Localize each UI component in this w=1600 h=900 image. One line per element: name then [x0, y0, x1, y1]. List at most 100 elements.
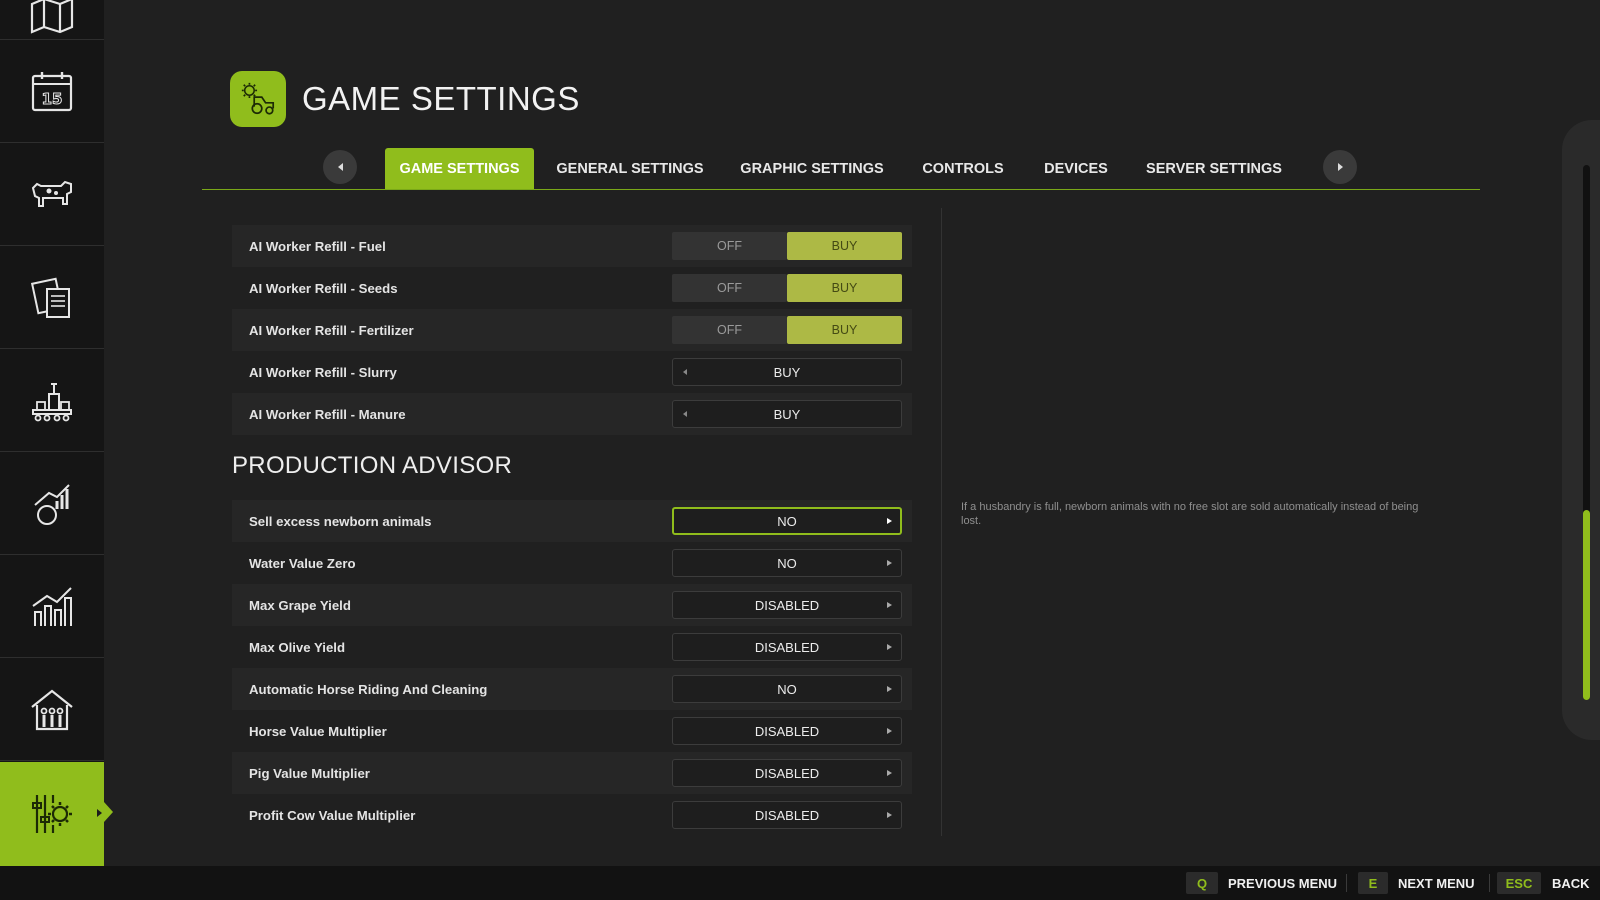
select-value: DISABLED [754, 597, 820, 613]
tab-controls[interactable]: CONTROLS [918, 148, 1008, 190]
select-value: DISABLED [754, 765, 820, 781]
select-value: DISABLED [754, 639, 820, 655]
scrollbar-frame [1562, 120, 1600, 740]
setting-row: Profit Cow Value Multiplier DISABLED [232, 794, 912, 836]
horse-value-multiplier-select[interactable]: DISABLED [672, 717, 902, 745]
arrow-right-icon[interactable] [887, 644, 892, 650]
tab-game-settings[interactable]: GAME SETTINGS [385, 148, 534, 190]
manure-refill-select[interactable]: BUY [672, 400, 902, 428]
water-value-zero-select[interactable]: NO [672, 549, 902, 577]
arrow-right-icon[interactable] [887, 770, 892, 776]
seeds-refill-toggle: OFF BUY [672, 274, 902, 302]
tab-general-settings[interactable]: GENERAL SETTINGS [556, 148, 704, 190]
tractor-gear-icon [241, 82, 275, 115]
chevron-left-icon [337, 163, 343, 171]
toggle-option-off[interactable]: OFF [672, 274, 787, 302]
arrow-right-icon[interactable] [887, 686, 892, 692]
page-header-icon [230, 71, 286, 127]
page-title: GAME SETTINGS [302, 80, 580, 117]
arrow-right-icon[interactable] [887, 560, 892, 566]
setting-row: Horse Value Multiplier DISABLED [232, 710, 912, 752]
sidebar-item-animals[interactable] [0, 144, 104, 246]
cow-value-multiplier-select[interactable]: DISABLED [672, 801, 902, 829]
setting-row: Automatic Horse Riding And Cleaning NO [232, 668, 912, 710]
setting-label: AI Worker Refill - Manure [249, 406, 406, 422]
setting-label: Automatic Horse Riding And Cleaning [249, 681, 488, 697]
tab-prev-button[interactable] [323, 150, 357, 184]
sidebar-item-production[interactable] [0, 350, 104, 452]
sell-newborn-select[interactable]: NO [672, 507, 902, 535]
toggle-option-buy[interactable]: BUY [787, 316, 902, 344]
setting-label: Sell excess newborn animals [249, 513, 432, 529]
back-button[interactable]: BACK [1552, 876, 1590, 891]
tab-server-settings[interactable]: SERVER SETTINGS [1144, 148, 1284, 190]
key-hint-e[interactable]: E [1358, 872, 1388, 894]
key-hint-esc[interactable]: ESC [1497, 872, 1541, 894]
active-indicator [97, 809, 102, 817]
next-menu-button[interactable]: NEXT MENU [1398, 876, 1475, 891]
setting-label: Profit Cow Value Multiplier [249, 807, 416, 823]
setting-row: AI Worker Refill - Fertilizer OFF BUY [232, 309, 912, 351]
prices-icon [34, 483, 70, 525]
calendar-icon: 15 [31, 71, 73, 111]
setting-label: Pig Value Multiplier [249, 765, 370, 781]
sidebar-item-husbandry[interactable] [0, 659, 104, 761]
setting-row: AI Worker Refill - Fuel OFF BUY [232, 225, 912, 267]
map-icon [30, 0, 74, 34]
max-olive-yield-select[interactable]: DISABLED [672, 633, 902, 661]
sidebar-item-calendar[interactable]: 15 [0, 41, 104, 143]
arrow-right-icon[interactable] [887, 728, 892, 734]
key-hint-q[interactable]: Q [1186, 872, 1218, 894]
sidebar: 15 [0, 0, 113, 866]
setting-row: AI Worker Refill - Slurry BUY [232, 351, 912, 393]
setting-row: Max Grape Yield DISABLED [232, 584, 912, 626]
setting-label: Horse Value Multiplier [249, 723, 387, 739]
setting-row: Max Olive Yield DISABLED [232, 626, 912, 668]
slurry-refill-select[interactable]: BUY [672, 358, 902, 386]
fuel-refill-toggle: OFF BUY [672, 232, 902, 260]
select-value: BUY [773, 406, 801, 422]
cow-icon [31, 180, 72, 207]
sidebar-item-map[interactable] [0, 0, 104, 40]
husbandry-icon [31, 689, 73, 730]
setting-row: Water Value Zero NO [232, 542, 912, 584]
select-value: NO [777, 681, 797, 697]
setting-label: Max Grape Yield [249, 597, 351, 613]
tab-devices[interactable]: DEVICES [1040, 148, 1112, 190]
toggle-option-buy[interactable]: BUY [787, 274, 902, 302]
arrow-left-icon[interactable] [683, 411, 687, 417]
sidebar-item-contracts[interactable] [0, 247, 104, 349]
sidebar-item-statistics[interactable] [0, 556, 104, 658]
arrow-right-icon[interactable] [887, 812, 892, 818]
footer-divider [1346, 874, 1347, 892]
tab-next-button[interactable] [1323, 150, 1357, 184]
footer-divider [1489, 874, 1490, 892]
arrow-left-icon[interactable] [683, 369, 687, 375]
arrow-right-icon[interactable] [887, 518, 892, 524]
horse-riding-select[interactable]: NO [672, 675, 902, 703]
select-value: NO [777, 555, 797, 571]
chevron-right-icon [1337, 163, 1343, 171]
setting-label: AI Worker Refill - Slurry [249, 364, 397, 380]
tab-graphic-settings[interactable]: GRAPHIC SETTINGS [736, 148, 888, 190]
select-value: DISABLED [754, 723, 820, 739]
calendar-day: 15 [42, 90, 63, 108]
setting-label: AI Worker Refill - Seeds [249, 280, 398, 296]
select-value: DISABLED [754, 807, 820, 823]
setting-label: Max Olive Yield [249, 639, 346, 655]
production-icon [32, 382, 72, 421]
sidebar-item-prices[interactable] [0, 453, 104, 555]
pig-value-multiplier-select[interactable]: DISABLED [672, 759, 902, 787]
max-grape-yield-select[interactable]: DISABLED [672, 591, 902, 619]
setting-row: Sell excess newborn animals NO [232, 500, 912, 542]
footer-bar: Q PREVIOUS MENU E NEXT MENU ESC BACK [0, 866, 1600, 900]
sidebar-item-settings[interactable] [0, 762, 113, 866]
toggle-option-buy[interactable]: BUY [787, 232, 902, 260]
previous-menu-button[interactable]: PREVIOUS MENU [1228, 876, 1337, 891]
arrow-right-icon[interactable] [887, 602, 892, 608]
fertilizer-refill-toggle: OFF BUY [672, 316, 902, 344]
contracts-icon [30, 277, 70, 318]
scrollbar-thumb[interactable] [1583, 510, 1590, 700]
toggle-option-off[interactable]: OFF [672, 316, 787, 344]
toggle-option-off[interactable]: OFF [672, 232, 787, 260]
